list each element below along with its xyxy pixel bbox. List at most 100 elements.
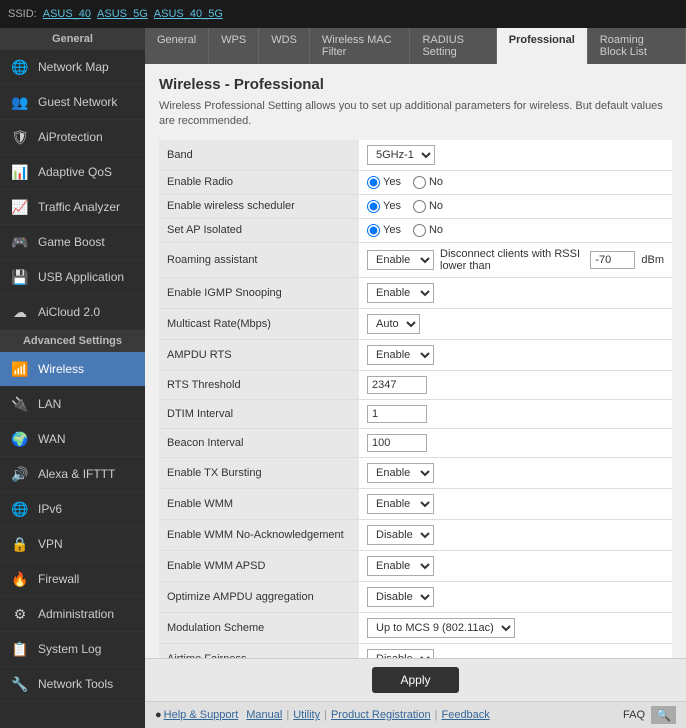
- tx-bursting-select[interactable]: EnableDisable: [367, 463, 434, 483]
- general-section-label: General: [0, 28, 145, 50]
- ssid-prefix: SSID:: [8, 8, 37, 20]
- band-label: Band: [159, 140, 359, 171]
- lan-icon: 🔌: [10, 394, 30, 414]
- sidebar-label-traffic-analyzer: Traffic Analyzer: [38, 200, 120, 214]
- tab-professional[interactable]: Professional: [497, 28, 588, 64]
- sidebar-item-aiprotection[interactable]: 🛡 AiProtection: [0, 120, 145, 155]
- ssid-link-2[interactable]: ASUS_5G: [97, 8, 148, 20]
- sidebar-item-network-tools[interactable]: 🔧 Network Tools: [0, 667, 145, 702]
- ssid-link-3[interactable]: ASUS_40_5G: [154, 8, 223, 20]
- footer-sep-2: |: [286, 709, 289, 721]
- sidebar-item-wireless[interactable]: 📶 Wireless: [0, 352, 145, 387]
- table-row: Airtime Fairness DisableEnable: [159, 643, 672, 658]
- sidebar-item-guest-network[interactable]: 👥 Guest Network: [0, 85, 145, 120]
- igmp-snooping-select[interactable]: EnableDisable: [367, 283, 434, 303]
- wireless-scheduler-label: Enable wireless scheduler: [159, 194, 359, 218]
- enable-radio-no[interactable]: No: [413, 176, 443, 189]
- multicast-rate-label: Multicast Rate(Mbps): [159, 308, 359, 339]
- ampdu-aggregation-select[interactable]: DisableEnable: [367, 587, 434, 607]
- sidebar-label-usb-application: USB Application: [38, 270, 124, 284]
- sidebar-item-lan[interactable]: 🔌 LAN: [0, 387, 145, 422]
- airtime-fairness-select[interactable]: DisableEnable: [367, 649, 434, 658]
- wmm-no-ack-label: Enable WMM No-Acknowledgement: [159, 519, 359, 550]
- sidebar-item-usb-application[interactable]: 💾 USB Application: [0, 260, 145, 295]
- wireless-icon: 📶: [10, 359, 30, 379]
- apply-button[interactable]: Apply: [372, 667, 458, 693]
- page-description: Wireless Professional Setting allows you…: [159, 99, 672, 130]
- ssid-link-1[interactable]: ASUS_40: [43, 8, 91, 20]
- sidebar-label-administration: Administration: [38, 607, 114, 621]
- help-support-label[interactable]: Help & Support: [164, 709, 239, 721]
- faq-label: FAQ: [623, 709, 645, 721]
- scheduler-yes[interactable]: Yes: [367, 200, 401, 213]
- aiprotection-icon: 🛡: [10, 127, 30, 147]
- ampdu-rts-label: AMPDU RTS: [159, 339, 359, 370]
- beacon-interval-label: Beacon Interval: [159, 428, 359, 457]
- multicast-rate-select[interactable]: Auto125.511: [367, 314, 420, 334]
- ap-isolated-label: Set AP Isolated: [159, 218, 359, 242]
- footer-link-feedback[interactable]: Feedback: [441, 709, 489, 721]
- sidebar-item-game-boost[interactable]: 🎮 Game Boost: [0, 225, 145, 260]
- aicloud-icon: ☁: [10, 302, 30, 322]
- search-button[interactable]: 🔍: [651, 706, 676, 724]
- tab-radius-setting[interactable]: RADIUS Setting: [410, 28, 496, 64]
- tab-roaming-block-list[interactable]: Roaming Block List: [588, 28, 686, 64]
- beacon-interval-input[interactable]: [367, 434, 427, 452]
- table-row: Enable WMM APSD EnableDisable: [159, 550, 672, 581]
- roaming-rssi-input[interactable]: [590, 251, 635, 269]
- vpn-icon: 🔒: [10, 534, 30, 554]
- tab-wps[interactable]: WPS: [209, 28, 259, 64]
- wmm-no-ack-select[interactable]: DisableEnable: [367, 525, 434, 545]
- wmm-apsd-label: Enable WMM APSD: [159, 550, 359, 581]
- footer-link-product-registration[interactable]: Product Registration: [331, 709, 431, 721]
- footer: ● Help & Support Manual | Utility | Prod…: [145, 701, 686, 728]
- wmm-apsd-select[interactable]: EnableDisable: [367, 556, 434, 576]
- sidebar-item-administration[interactable]: ⚙ Administration: [0, 597, 145, 632]
- tab-general[interactable]: General: [145, 28, 209, 64]
- sidebar-label-wireless: Wireless: [38, 362, 84, 376]
- table-row: Enable IGMP Snooping EnableDisable: [159, 277, 672, 308]
- band-select[interactable]: 5GHz-15GHz-22.4GHz: [367, 145, 435, 165]
- table-row: Band 5GHz-15GHz-22.4GHz: [159, 140, 672, 171]
- sidebar-item-system-log[interactable]: 📋 System Log: [0, 632, 145, 667]
- tab-wireless-mac-filter[interactable]: Wireless MAC Filter: [310, 28, 411, 64]
- tx-bursting-label: Enable TX Bursting: [159, 457, 359, 488]
- igmp-snooping-label: Enable IGMP Snooping: [159, 277, 359, 308]
- sidebar-item-wan[interactable]: 🌍 WAN: [0, 422, 145, 457]
- apply-bar: Apply: [145, 658, 686, 701]
- table-row: Set AP Isolated Yes No: [159, 218, 672, 242]
- dtim-interval-input[interactable]: [367, 405, 427, 423]
- ap-isolated-no[interactable]: No: [413, 224, 443, 237]
- tab-wds[interactable]: WDS: [259, 28, 310, 64]
- ampdu-rts-select[interactable]: EnableDisable: [367, 345, 434, 365]
- enable-radio-yes[interactable]: Yes: [367, 176, 401, 189]
- ampdu-aggregation-label: Optimize AMPDU aggregation: [159, 581, 359, 612]
- table-row: AMPDU RTS EnableDisable: [159, 339, 672, 370]
- footer-link-manual[interactable]: Manual: [246, 709, 282, 721]
- sidebar-label-game-boost: Game Boost: [38, 235, 105, 249]
- wmm-label: Enable WMM: [159, 488, 359, 519]
- roaming-select[interactable]: EnableDisable: [367, 250, 434, 270]
- sidebar-item-network-map[interactable]: 🌐 Network Map: [0, 50, 145, 85]
- sidebar-item-traffic-analyzer[interactable]: 📈 Traffic Analyzer: [0, 190, 145, 225]
- sidebar-item-firewall[interactable]: 🔥 Firewall: [0, 562, 145, 597]
- wmm-select[interactable]: EnableDisable: [367, 494, 434, 514]
- table-row: Enable WMM EnableDisable: [159, 488, 672, 519]
- ap-isolated-yes[interactable]: Yes: [367, 224, 401, 237]
- footer-sep-4: |: [435, 709, 438, 721]
- rts-threshold-input[interactable]: [367, 376, 427, 394]
- traffic-analyzer-icon: 📈: [10, 197, 30, 217]
- sidebar-item-aicloud[interactable]: ☁ AiCloud 2.0: [0, 295, 145, 330]
- scheduler-no[interactable]: No: [413, 200, 443, 213]
- guest-network-icon: 👥: [10, 92, 30, 112]
- footer-link-utility[interactable]: Utility: [293, 709, 320, 721]
- table-row: RTS Threshold: [159, 370, 672, 399]
- sidebar-item-vpn[interactable]: 🔒 VPN: [0, 527, 145, 562]
- sidebar-item-adaptive-qos[interactable]: 📊 Adaptive QoS: [0, 155, 145, 190]
- sidebar-label-network-map: Network Map: [38, 60, 109, 74]
- table-row: Beacon Interval: [159, 428, 672, 457]
- modulation-scheme-select[interactable]: Up to MCS 9 (802.11ac)Up to MCS 7Up to M…: [367, 618, 515, 638]
- sidebar-label-vpn: VPN: [38, 537, 63, 551]
- sidebar-item-ipv6[interactable]: 🌐 IPv6: [0, 492, 145, 527]
- sidebar-item-alexa-ifttt[interactable]: 🔊 Alexa & IFTTT: [0, 457, 145, 492]
